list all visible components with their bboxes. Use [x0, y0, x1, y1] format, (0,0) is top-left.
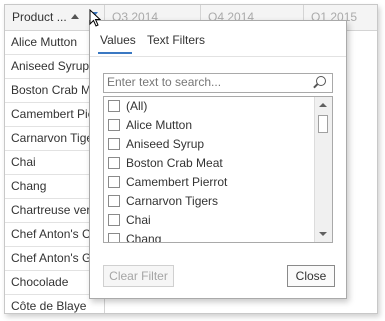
arrow-up-icon[interactable] — [315, 97, 332, 113]
tab-values[interactable]: Values — [100, 31, 136, 49]
clear-filter-button[interactable]: Clear Filter — [103, 265, 174, 287]
sort-ascending-icon[interactable] — [71, 14, 79, 19]
search-input[interactable] — [104, 74, 307, 90]
list-item[interactable]: Alice Mutton — [104, 116, 314, 135]
list-item-label: Boston Crab Meat — [126, 156, 223, 170]
list-item-label: Chang — [126, 232, 162, 243]
checkbox-icon[interactable] — [108, 138, 120, 150]
checkbox-icon[interactable] — [108, 195, 120, 207]
list-item-label: Carnarvon Tigers — [126, 194, 219, 208]
column-header-label: Product ... — [12, 10, 67, 24]
checkbox-icon[interactable] — [108, 100, 120, 112]
scrollbar-thumb[interactable] — [318, 115, 328, 133]
close-button[interactable]: Close — [287, 265, 335, 287]
list-item-all[interactable]: (All) — [104, 97, 314, 116]
mouse-cursor-icon — [89, 9, 101, 27]
search-box — [103, 73, 333, 93]
checkbox-icon[interactable] — [108, 214, 120, 226]
list-item[interactable]: Camembert Pierrot — [104, 173, 314, 192]
list-item-label: (All) — [126, 99, 148, 113]
checkbox-icon[interactable] — [108, 176, 120, 188]
tab-divider — [90, 56, 346, 57]
list-item-label: Chai — [126, 213, 151, 227]
list-scrollbar[interactable] — [314, 97, 332, 242]
list-item[interactable]: Boston Crab Meat — [104, 154, 314, 173]
list-item-label: Aniseed Syrup — [126, 137, 205, 151]
tab-text-filters[interactable]: Text Filters — [147, 31, 205, 49]
filter-value-list: (All) Alice Mutton Aniseed Syrup Boston … — [103, 96, 333, 243]
list-item[interactable]: Aniseed Syrup — [104, 135, 314, 154]
list-item[interactable]: Carnarvon Tigers — [104, 192, 314, 211]
filter-popup: Values Text Filters (All) Alice Mutton A… — [89, 20, 347, 299]
active-tab-indicator — [98, 52, 132, 54]
list-item[interactable]: Chang — [104, 230, 314, 243]
arrow-down-icon[interactable] — [315, 226, 332, 242]
search-icon — [316, 76, 326, 86]
list-item-label: Camembert Pierrot — [126, 175, 228, 189]
list-item-label: Alice Mutton — [126, 118, 193, 132]
checkbox-icon[interactable] — [108, 233, 120, 242]
list-item[interactable]: Chai — [104, 211, 314, 230]
checkbox-icon[interactable] — [108, 119, 120, 131]
checkbox-icon[interactable] — [108, 157, 120, 169]
